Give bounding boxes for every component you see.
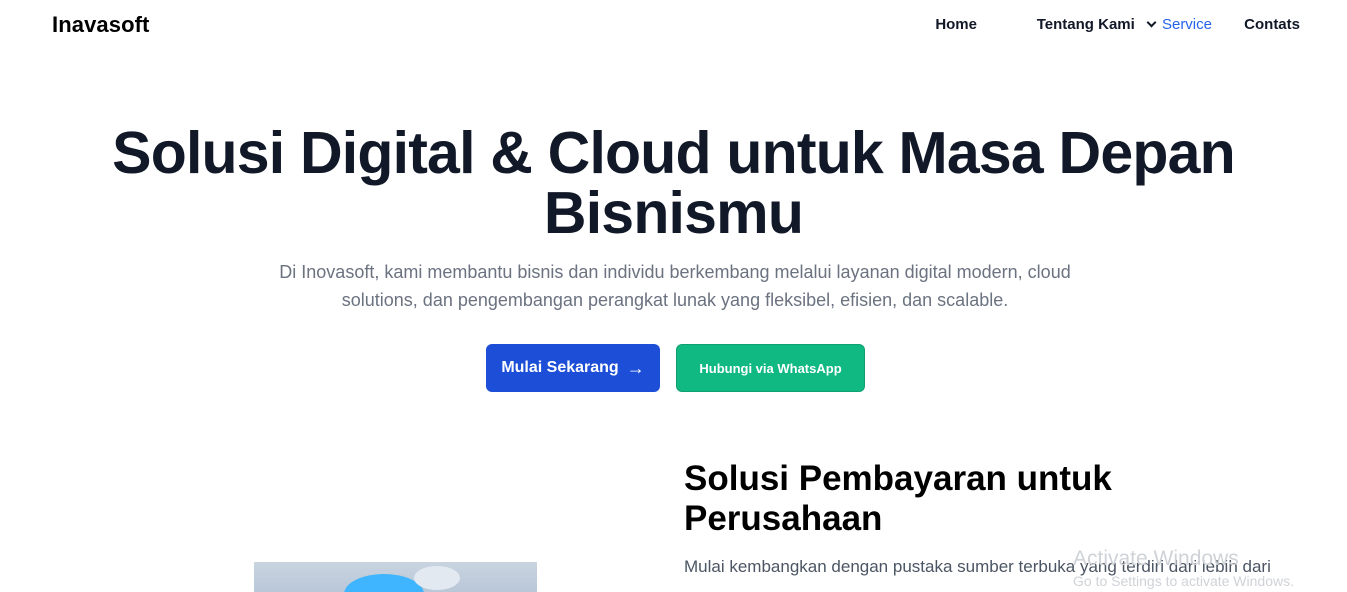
nav-service-link[interactable]: Service [1162, 16, 1212, 33]
hero-title: Solusi Digital & Cloud untuk Masa Depan … [0, 123, 1347, 243]
start-now-label: Mulai Sekarang [501, 359, 619, 376]
windows-activation-watermark: Activate Windows [1073, 547, 1239, 570]
chevron-down-icon [1146, 17, 1157, 28]
brand-logo[interactable]: Inavasoft [52, 12, 149, 38]
windows-activation-subtitle: Go to Settings to activate Windows. [1073, 573, 1294, 589]
arrow-right-icon: → [626, 357, 645, 378]
nav-contact-link[interactable]: Contats [1244, 16, 1300, 33]
whatsapp-button[interactable]: Hubungi via WhatsApp [676, 344, 865, 392]
nav-about-dropdown[interactable]: Tentang Kami [1036, 16, 1157, 33]
feature-title: Solusi Pembayaran untuk Perusahaan [684, 459, 1112, 538]
navbar: Inavasoft Home Tentang Kami Service Cont… [0, 0, 1347, 50]
hero-title-line-1: Solusi Digital & Cloud untuk Masa Depan [112, 120, 1235, 186]
image-blue-shape [344, 574, 424, 592]
hero-description: Di Inovasoft, kami membantu bisnis dan i… [279, 262, 1071, 310]
nav-about-label: Tentang Kami [1036, 16, 1135, 33]
image-cloud-shape [414, 566, 460, 590]
start-now-button[interactable]: Mulai Sekarang → [486, 344, 660, 392]
feature-image [254, 562, 537, 592]
nav-home-link[interactable]: Home [935, 16, 977, 33]
hero-title-line-2: Bisnismu [543, 180, 804, 246]
